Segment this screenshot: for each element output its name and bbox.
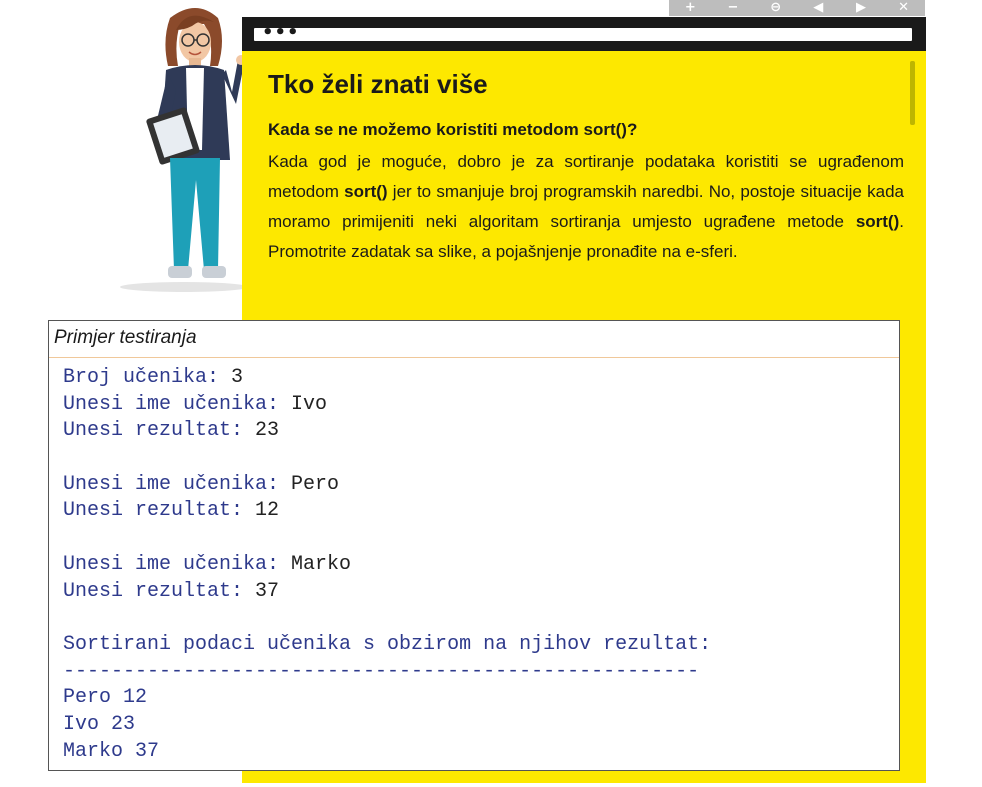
console-prompt: Broj učenika: [63,366,232,389]
console-line: ----------------------------------------… [63,659,711,686]
method-name: sort() [344,182,388,201]
console-prompt: ----------------------------------------… [63,659,700,683]
close-icon: ✕ [898,0,910,15]
method-name: sort() [855,212,900,231]
console-line: Unesi ime učenika: Pero [63,472,711,499]
console-value: 23 [255,419,280,443]
example-box: Primjer testiranja Broj učenika: 3 Unesi … [48,320,900,771]
plus-icon: + [684,0,696,15]
console-value: 12 [255,499,280,523]
viewer-toolbar: + − ⊖ ◀ ▶ ✕ [669,0,925,16]
console-prompt: Unesi ime učenika: [63,392,292,416]
console-line: Unesi rezultat: 12 [63,498,711,525]
console-value: Pero [291,472,340,496]
console-line: Pero 12 [63,685,711,712]
console-prompt: Pero 12 [63,686,148,710]
scrollbar-thumb[interactable] [910,61,915,125]
panel-paragraph: Kada god je moguće, dobro je za sortiran… [268,147,904,267]
zoom-out-button[interactable]: − [721,0,745,16]
console-line: Broj učenika: 3 [63,365,711,392]
example-header: Primjer testiranja [49,321,899,358]
close-button[interactable]: ✕ [892,0,916,16]
console-prompt: Unesi ime učenika: [63,472,292,496]
zoom-in-button[interactable]: + [678,0,702,16]
teacher-illustration [120,8,248,292]
arrow-right-icon: ▶ [855,0,866,15]
console-value: 3 [231,366,244,389]
console-prompt: Unesi ime učenika: [63,552,292,576]
console-line: Sortirani podaci učenika s obzirom na nj… [63,632,711,659]
prev-button[interactable]: ◀ [806,0,830,16]
console-line: Unesi rezultat: 23 [63,418,711,445]
console-line: Ivo 23 [63,712,711,739]
console-line: Marko 37 [63,739,711,766]
console-value: Ivo [291,392,328,416]
console-prompt: Sortirani podaci učenika s obzirom na nj… [63,632,712,656]
console-prompt: Unesi rezultat: [63,499,256,523]
console-prompt: Marko 37 [63,739,160,763]
console-value: 37 [255,579,280,603]
console-value: Marko [291,552,352,576]
console-line: Unesi ime učenika: Marko [63,552,711,579]
zoom-reset-button[interactable]: ⊖ [764,0,788,16]
minus-icon: − [727,0,739,15]
console-prompt: Ivo 23 [63,712,136,736]
next-button[interactable]: ▶ [849,0,873,16]
console-prompt: Unesi rezultat: [63,579,256,603]
panel-title-bar: ••• [242,17,926,51]
zoom-reset-icon: ⊖ [770,0,782,15]
dots-icon: ••• [262,22,300,43]
panel-subtitle: Kada se ne možemo koristiti metodom sort… [268,120,638,139]
console-prompt: Unesi rezultat: [63,419,256,443]
console-output: Broj učenika: 3 Unesi ime učenika: Ivo Une… [63,365,711,765]
console-line: Unesi ime učenika: Ivo [63,392,711,419]
panel-title: Tko želi znati više [268,69,488,99]
arrow-left-icon: ◀ [813,0,824,15]
panel-address-bar: ••• [254,22,912,43]
console-line: Unesi rezultat: 37 [63,579,711,606]
